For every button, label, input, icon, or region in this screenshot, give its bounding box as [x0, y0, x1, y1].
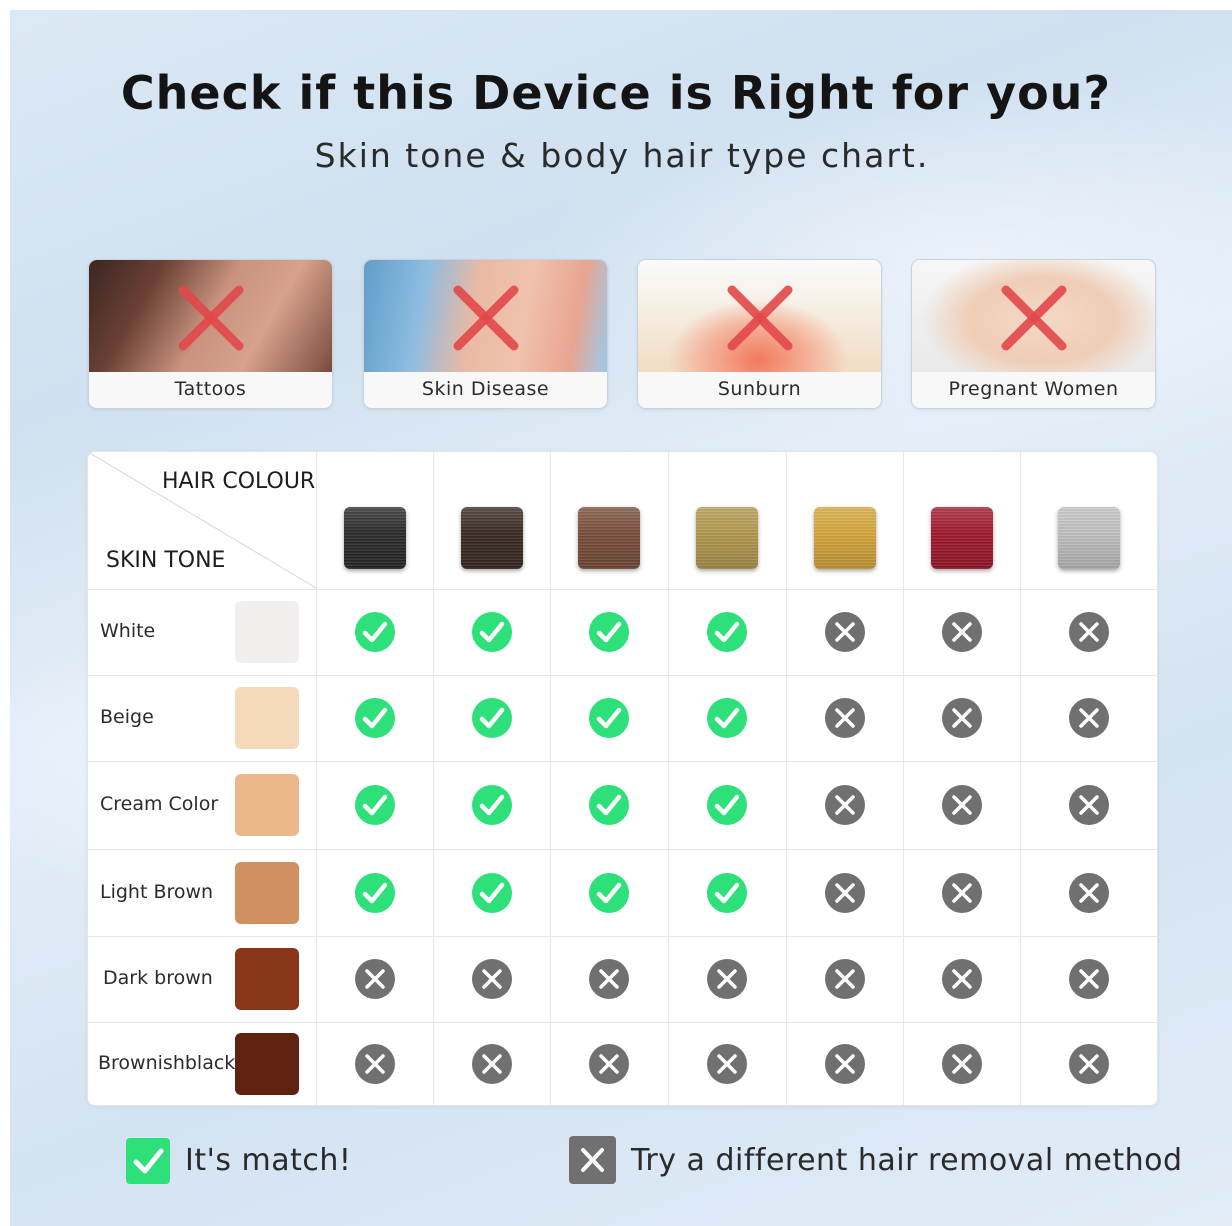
- card-label: Skin Disease: [364, 372, 607, 408]
- card-label: Sunburn: [638, 372, 881, 408]
- check-icon: [471, 872, 512, 913]
- check-icon: [589, 785, 629, 825]
- check-icon: [354, 872, 395, 913]
- check-icon: [707, 872, 747, 913]
- check-icon: [471, 698, 512, 738]
- card-label: Tattoos: [89, 372, 332, 408]
- cross-icon: [824, 872, 865, 913]
- compatibility-table: HAIR COLOUR SKIN TONE White Beige Cream Co…: [87, 451, 1158, 1106]
- skin-tone-label: Light Brown: [100, 880, 214, 903]
- page-subtitle: Skin tone & body hair type chart.: [314, 136, 930, 175]
- row-divider: [88, 1022, 1157, 1023]
- check-icon: [354, 785, 395, 825]
- column-divider: [433, 452, 434, 1105]
- skin-tone-label: White: [100, 620, 156, 642]
- cross-icon: [941, 698, 982, 738]
- cross-icon: [1068, 1043, 1109, 1084]
- column-divider: [903, 452, 904, 1105]
- legend-match-label: It's match!: [185, 1143, 352, 1178]
- cross-icon: [727, 285, 792, 351]
- check-icon: [707, 785, 747, 825]
- cross-icon: [824, 1043, 865, 1084]
- check-icon: [589, 612, 629, 652]
- hair-swatch-black: [343, 507, 406, 569]
- cross-icon: [707, 959, 747, 999]
- cross-icon: [453, 285, 518, 351]
- cross-icon: [824, 612, 865, 652]
- cross-icon: [1068, 785, 1109, 825]
- card-tattoos: Tattoos: [88, 259, 333, 409]
- skin-tone-swatch: [235, 948, 299, 1010]
- cross-icon: [1068, 612, 1109, 652]
- cross-icon: [1068, 872, 1109, 913]
- hair-swatch-red: [930, 507, 993, 569]
- cross-icon: [471, 1043, 512, 1084]
- check-icon: [354, 612, 395, 652]
- cross-icon: [569, 1136, 616, 1184]
- check-icon: [589, 872, 629, 913]
- legend-no-match-label: Try a different hair removal method: [631, 1143, 1183, 1178]
- cross-icon: [354, 1043, 395, 1084]
- skin-tone-label: Dark brown: [103, 967, 213, 989]
- page-title: Check if this Device is Right for you?: [120, 66, 1112, 120]
- cross-icon: [824, 959, 865, 999]
- cross-icon: [941, 785, 982, 825]
- row-divider: [88, 761, 1157, 762]
- skin-tone-label: Cream Color: [100, 793, 219, 815]
- check-icon: [707, 612, 747, 652]
- card-sunburn: Sunburn: [637, 259, 882, 409]
- skin-tone-swatch: [235, 861, 299, 924]
- card-skin-disease: Skin Disease: [363, 259, 608, 409]
- cross-icon: [707, 1043, 747, 1084]
- skin-tone-swatch: [235, 1032, 299, 1095]
- card-label: Pregnant Women: [912, 372, 1155, 408]
- cross-icon: [354, 959, 395, 999]
- skin-tone-label: Brownishblack: [98, 1051, 236, 1074]
- hair-swatch-dark-brown: [460, 507, 523, 569]
- cross-icon: [589, 1043, 629, 1084]
- row-divider: [88, 675, 1157, 676]
- cross-icon: [941, 1043, 982, 1084]
- cross-icon: [1068, 959, 1109, 999]
- hair-swatch-dark-blonde: [696, 507, 758, 569]
- cross-icon: [941, 872, 982, 913]
- cross-icon: [178, 285, 243, 351]
- check-icon: [589, 698, 629, 738]
- row-divider: [88, 936, 1157, 937]
- cross-icon: [941, 612, 982, 652]
- column-divider: [550, 452, 551, 1105]
- hair-colour-header: HAIR COLOUR: [162, 469, 316, 494]
- check-icon: [707, 698, 747, 738]
- column-divider: [668, 452, 669, 1105]
- skin-tone-swatch: [235, 774, 299, 836]
- cross-icon: [1068, 698, 1109, 738]
- skin-tone-swatch: [235, 601, 299, 663]
- hair-swatch-gray: [1057, 507, 1120, 569]
- cross-icon: [941, 959, 982, 999]
- check-icon: [126, 1138, 170, 1184]
- check-icon: [354, 698, 395, 738]
- row-divider: [88, 849, 1157, 850]
- column-divider: [316, 452, 317, 1105]
- skin-tone-header: SKIN TONE: [106, 548, 226, 573]
- column-divider: [1020, 452, 1021, 1105]
- hair-swatch-medium-brown: [578, 507, 640, 569]
- check-icon: [471, 785, 512, 825]
- cross-icon: [1001, 285, 1066, 351]
- check-icon: [471, 612, 512, 652]
- card-pregnant-women: Pregnant Women: [911, 259, 1156, 409]
- cross-icon: [471, 959, 512, 999]
- skin-tone-swatch: [235, 687, 299, 749]
- cross-icon: [589, 959, 629, 999]
- cross-icon: [824, 698, 865, 738]
- skin-tone-label: Beige: [100, 706, 154, 728]
- row-divider: [88, 589, 1157, 590]
- cross-icon: [824, 785, 865, 825]
- column-divider: [786, 452, 787, 1105]
- hair-swatch-golden-blonde: [813, 507, 876, 569]
